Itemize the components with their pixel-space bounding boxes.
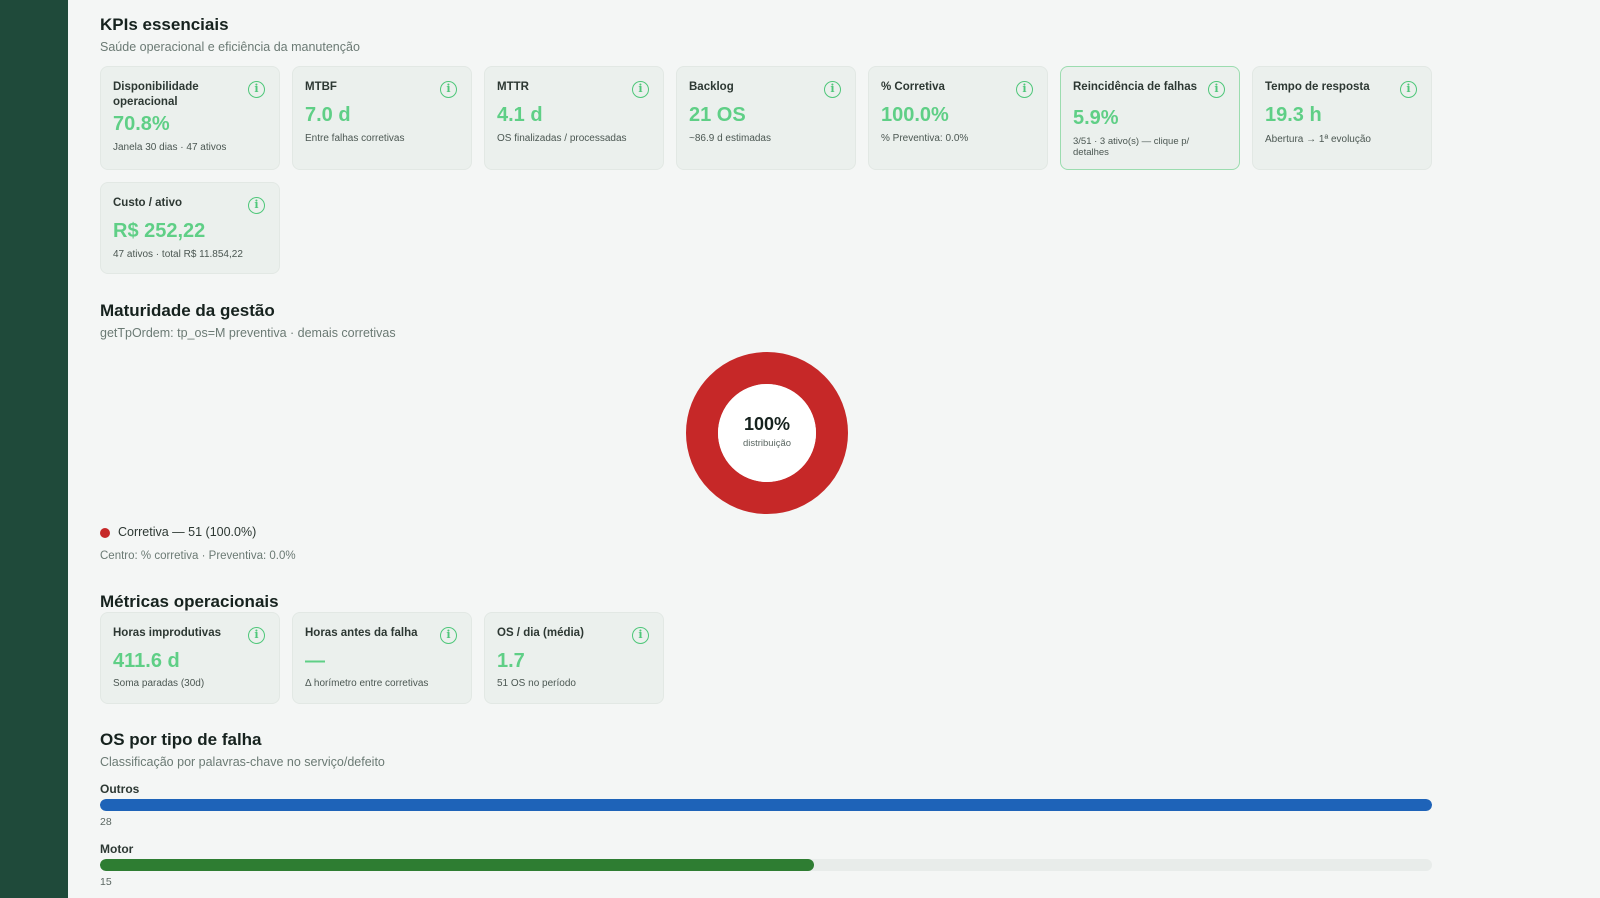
info-icon[interactable]: i [632, 81, 649, 98]
kpi-label: % Corretiva [881, 81, 945, 93]
info-icon[interactable]: i [440, 627, 457, 644]
kpi-value: 7.0 d [305, 104, 351, 126]
maturidade-note: Centro: % corretiva · Preventiva: 0.0% [100, 550, 296, 562]
info-icon[interactable]: i [1400, 81, 1417, 98]
kpi-card-tempo-resposta[interactable]: Tempo de resposta i 19.3 h Abertura → 1ª… [1252, 66, 1432, 170]
kpi-value: 70.8% [113, 113, 170, 135]
bar-track-outros [100, 799, 1432, 811]
kpi-card-corretiva[interactable]: % Corretiva i 100.0% % Preventiva: 0.0% [868, 66, 1048, 170]
info-icon[interactable]: i [248, 81, 265, 98]
info-icon[interactable]: i [1208, 81, 1225, 98]
bar-fill-outros[interactable] [100, 799, 1432, 811]
kpi-card-mttr[interactable]: MTTR i 4.1 d OS finalizadas / processada… [484, 66, 664, 170]
main-content: KPIs essenciais Saúde operacional e efic… [68, 0, 1600, 898]
metric-label: Horas improdutivas [113, 627, 221, 639]
metricas-title: Métricas operacionais [100, 592, 279, 611]
kpi-value: 4.1 d [497, 104, 543, 126]
kpi-label: MTTR [497, 81, 529, 93]
bar-count-outros: 28 [100, 816, 112, 828]
info-icon[interactable]: i [632, 627, 649, 644]
kpi-value: 5.9% [1073, 107, 1119, 129]
metric-value: — [305, 650, 325, 672]
bar-label-motor: Motor [100, 842, 134, 856]
kpi-note: 3/51 · 3 ativo(s) — clique p/ detalhes [1073, 136, 1190, 158]
kpi-note: % Preventiva: 0.0% [881, 133, 969, 144]
bar-fill-motor[interactable] [100, 859, 814, 871]
info-icon[interactable]: i [824, 81, 841, 98]
donut-center-value: 100% [743, 414, 791, 434]
falhas-title: OS por tipo de falha [100, 730, 262, 749]
kpi-card-mtbf[interactable]: MTBF i 7.0 d Entre falhas corretivas [292, 66, 472, 170]
bar-label-outros: Outros [100, 782, 140, 796]
kpi-note: Entre falhas corretivas [305, 133, 405, 144]
bar-count-motor: 15 [100, 876, 112, 888]
metric-card-os-dia[interactable]: OS / dia (média) i 1.7 51 OS no período [484, 612, 664, 704]
sidebar [0, 0, 68, 898]
maturidade-subtitle: getTpOrdem: tp_os=M preventiva · demais … [100, 326, 396, 340]
info-icon[interactable]: i [1016, 81, 1033, 98]
kpi-label: Reincidência de falhas [1073, 81, 1197, 93]
info-icon[interactable]: i [248, 627, 265, 644]
kpi-label: Custo / ativo [113, 197, 183, 209]
kpis-title: KPIs essenciais [100, 15, 229, 34]
falhas-subtitle: Classificação por palavras-chave no serv… [100, 755, 385, 769]
legend-corretiva: Corretiva — 51 (100.0%) [118, 525, 257, 539]
kpi-note: ~86.9 d estimadas [689, 133, 771, 144]
maturidade-title: Maturidade da gestão [100, 301, 275, 320]
metric-note: Soma paradas (30d) [113, 678, 205, 689]
metric-value: 1.7 [497, 650, 525, 672]
kpi-card-custo-ativo[interactable]: Custo / ativo i R$ 252,22 47 ativos · to… [100, 182, 280, 274]
kpi-note: Abertura → 1ª evolução [1265, 134, 1371, 145]
kpi-label: Backlog [689, 81, 734, 93]
kpi-card-disponibilidade[interactable]: Disponibilidade operacional i 70.8% Jane… [100, 66, 280, 170]
info-icon[interactable]: i [440, 81, 457, 98]
kpi-note: Janela 30 dias · 47 ativos [113, 142, 227, 153]
kpi-value: 100.0% [881, 104, 949, 126]
donut-center-label: distribuição [742, 438, 792, 449]
info-icon[interactable]: i [248, 197, 265, 214]
metric-card-horas-improdutivas[interactable]: Horas improdutivas i 411.6 d Soma parada… [100, 612, 280, 704]
kpi-value: R$ 252,22 [113, 220, 206, 242]
metric-note: 51 OS no período [497, 678, 576, 689]
maturidade-donut: 100% distribuição [686, 352, 848, 514]
kpi-value: 21 OS [689, 104, 746, 126]
metric-label: Horas antes da falha [305, 627, 418, 639]
legend-dot-corretiva [100, 528, 110, 538]
metric-card-horas-antes-falha[interactable]: Horas antes da falha i — Δ horímetro ent… [292, 612, 472, 704]
kpi-label: MTBF [305, 81, 337, 93]
kpi-note: OS finalizadas / processadas [497, 133, 627, 144]
kpi-card-reincidencia[interactable]: Reincidência de falhas i 5.9% 3/51 · 3 a… [1060, 66, 1240, 170]
bar-track-motor [100, 859, 1432, 871]
kpi-card-backlog[interactable]: Backlog i 21 OS ~86.9 d estimadas [676, 66, 856, 170]
kpi-label: Tempo de resposta [1265, 81, 1370, 93]
kpi-value: 19.3 h [1265, 104, 1322, 126]
metric-value: 411.6 d [113, 650, 180, 672]
kpi-note: 47 ativos · total R$ 11.854,22 [113, 249, 243, 260]
kpi-label: Disponibilidade operacional [113, 81, 199, 108]
kpis-subtitle: Saúde operacional e eficiência da manute… [100, 40, 360, 54]
metric-note: Δ horímetro entre corretivas [305, 678, 429, 689]
metric-label: OS / dia (média) [497, 627, 584, 639]
